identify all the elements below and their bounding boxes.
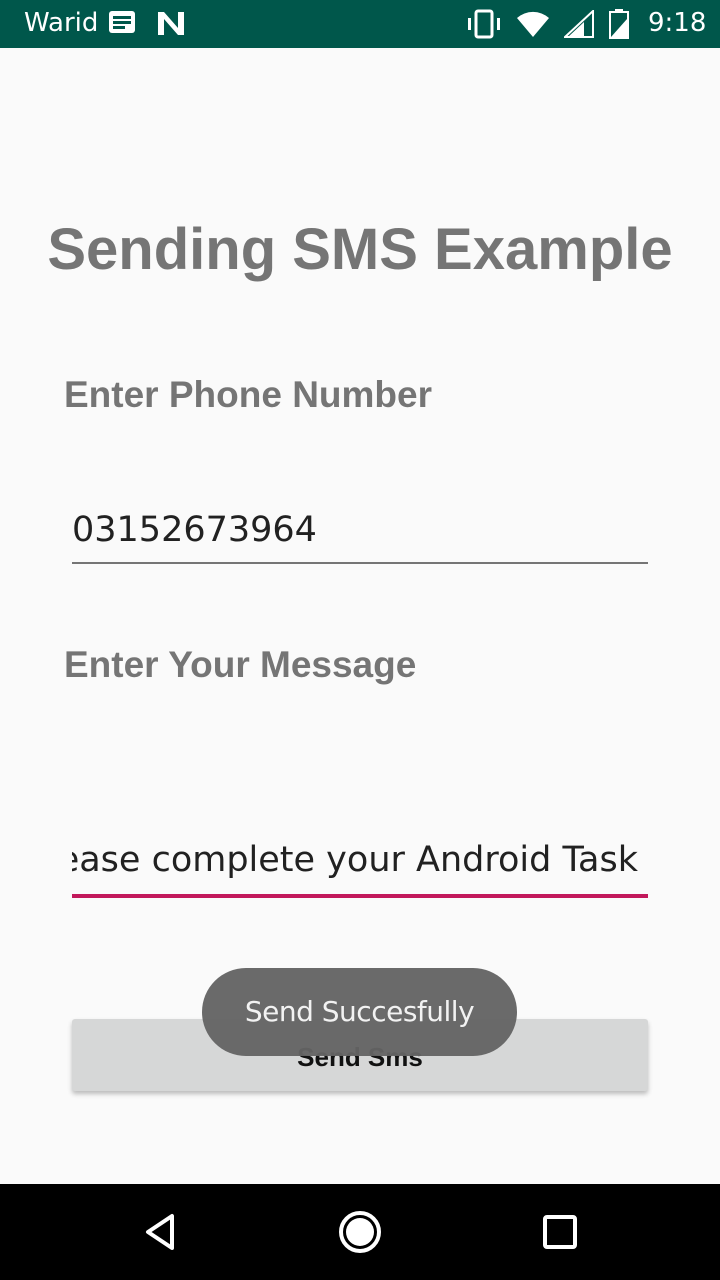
signal-icon (564, 10, 594, 38)
back-icon[interactable] (136, 1208, 184, 1256)
home-icon[interactable] (336, 1208, 384, 1256)
status-bar: Warid 9:18 (0, 0, 720, 48)
wifi-icon (517, 11, 549, 38)
page-title: Sending SMS Example (47, 217, 673, 282)
notes-icon (109, 11, 135, 33)
phone-number-value: 03152673964 (72, 510, 317, 550)
phone-number-field[interactable]: 03152673964 (72, 510, 648, 564)
navigation-bar (0, 1184, 720, 1280)
n-logo-icon (158, 12, 184, 35)
recents-icon[interactable] (536, 1208, 584, 1256)
message-value: Please complete your Android Task (72, 840, 638, 880)
vibrate-icon (468, 9, 500, 39)
toast-message: Send Succesfully (202, 968, 517, 1056)
message-label: Enter Your Message (64, 644, 417, 685)
message-field[interactable]: Please complete your Android Task (72, 840, 648, 898)
carrier-name: Warid (24, 8, 99, 38)
clock: 9:18 (648, 8, 707, 38)
phone-number-label: Enter Phone Number (64, 374, 432, 415)
battery-icon (609, 9, 629, 39)
